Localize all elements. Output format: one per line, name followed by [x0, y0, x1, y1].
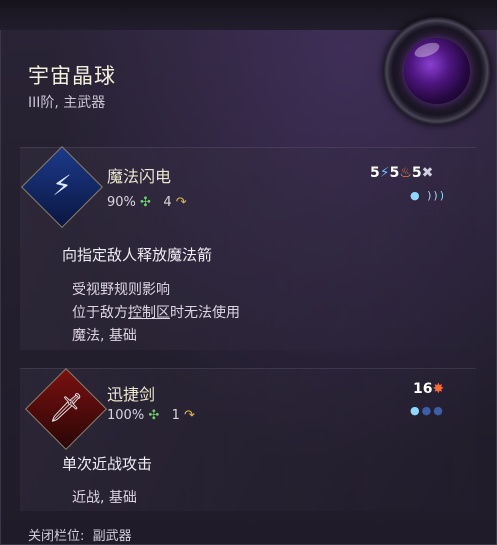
range-indicator: ●●● — [410, 404, 445, 417]
cost-ap: 5 — [370, 165, 380, 181]
cost-fire: 5 — [411, 165, 422, 181]
item-subtitle: III阶, 主武器 — [28, 95, 106, 111]
lightning-glyph-icon: ⚡ — [52, 169, 72, 202]
footer: 关闭栏位: 副武器 — [28, 525, 132, 544]
range-empty-dot-icon: ●● — [421, 404, 445, 417]
skill-note: 位于敌方控制区时无法使用 — [72, 305, 240, 321]
skill-stats: 100% ✣ 1 ↷ — [107, 408, 195, 423]
swirl-icon: ↷ — [184, 408, 195, 423]
target-icon: ✣ — [148, 408, 160, 423]
swirl-icon: ↷ — [175, 195, 187, 210]
uses-value: 1 — [171, 408, 180, 423]
range-dot-icon: ● — [410, 404, 422, 417]
footer-label: 关闭栏位: — [28, 529, 85, 544]
skill-name: 魔法闪电 — [107, 167, 172, 186]
skill-description: 向指定敌人释放魔法箭 — [62, 246, 213, 264]
cost-mana: 5 — [389, 165, 400, 181]
uses-value: 4 — [163, 195, 172, 210]
accuracy-value: 100% — [107, 408, 145, 423]
footer-value: 副武器 — [92, 529, 132, 544]
range-arcs-icon: ))) — [427, 189, 446, 202]
target-icon: ✣ — [140, 195, 151, 210]
item-title: 宇宙晶球 — [28, 64, 116, 88]
skill-stats: 90% ✣ 4 ↷ — [107, 195, 187, 210]
zoc-keyword: 控制区 — [128, 305, 170, 321]
burst-icon: ✸ — [432, 381, 445, 397]
range-dot-icon: ● — [410, 189, 422, 202]
skill-note-zoc: 位于敌方控制区时无法使用 — [72, 302, 240, 322]
skill-description: 单次近战攻击 — [62, 455, 153, 473]
skill-tags: 魔法, 基础 — [72, 328, 137, 344]
skill-cost: 16✸ — [413, 381, 444, 397]
bolt-icon: ⚡ — [379, 165, 390, 181]
skill-note: 受视野规则影响 — [72, 282, 170, 298]
skill-name: 迅捷剑 — [107, 385, 156, 404]
skill-tags: 近战, 基础 — [72, 490, 137, 506]
cost-ap: 16 — [413, 381, 433, 397]
skill-cost: 5⚡5♨5✖ — [370, 165, 433, 181]
accuracy-value: 90% — [107, 195, 136, 210]
cross-icon: ✖ — [421, 165, 434, 181]
sword-glyph-icon: 🗡 — [48, 391, 84, 424]
range-indicator: ● ))) — [410, 189, 446, 202]
fire-icon: ♨ — [399, 165, 412, 181]
